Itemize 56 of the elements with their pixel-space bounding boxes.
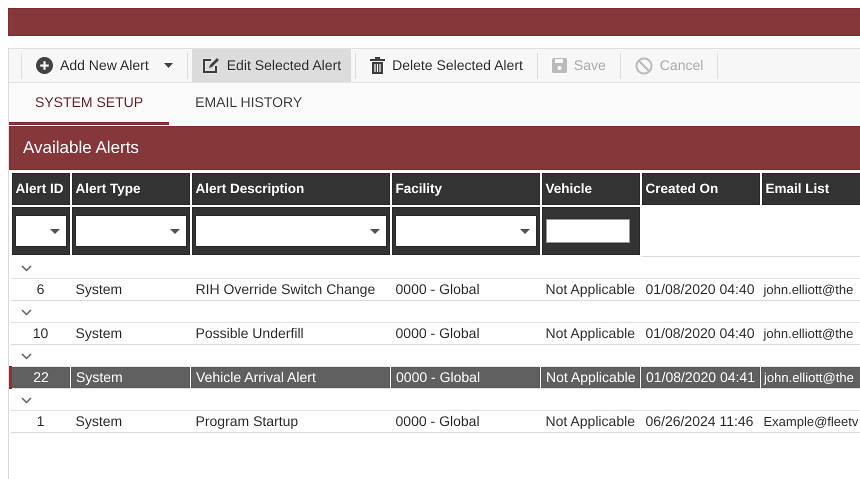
table-cell: Not Applicable xyxy=(540,366,640,388)
trash-icon xyxy=(370,57,386,74)
column-header[interactable]: Alert Type xyxy=(70,171,190,206)
dropdown-arrow-icon xyxy=(370,228,380,234)
save-icon xyxy=(552,58,567,73)
table-cell: Possible Underfill xyxy=(190,322,390,344)
edit-icon xyxy=(202,57,220,74)
filter-field[interactable] xyxy=(546,219,630,243)
edit-button[interactable]: Edit Selected Alert xyxy=(192,49,352,82)
column-header[interactable]: Vehicle xyxy=(540,171,640,206)
dropdown-arrow-icon xyxy=(520,228,530,234)
section-title: Available Alerts xyxy=(9,126,860,170)
table-cell: Vehicle Arrival Alert xyxy=(190,366,390,388)
add-button[interactable]: Add New Alert xyxy=(26,49,183,82)
table-cell: RIH Override Switch Change xyxy=(190,278,390,300)
dropdown-arrow-icon xyxy=(50,228,60,234)
table-cell: 0000 - Global xyxy=(390,322,540,344)
table-cell: 01/08/2020 04:40 xyxy=(640,278,760,300)
table-cell: Program Startup xyxy=(190,410,390,432)
table-cell: System xyxy=(70,278,190,300)
filter-dropdown[interactable] xyxy=(16,216,66,246)
table-cell: System xyxy=(70,410,190,432)
column-header[interactable]: Alert Description xyxy=(190,171,390,206)
table-cell: john.elliott@the xyxy=(760,278,860,300)
table-cell: Example@fleetv xyxy=(760,410,860,432)
table-cell: Not Applicable xyxy=(540,322,640,344)
caret-icon xyxy=(164,63,173,68)
plus-circle-icon xyxy=(36,57,53,74)
table-cell: System xyxy=(70,366,190,388)
cancel-icon xyxy=(634,56,653,74)
table-cell: 0000 - Global xyxy=(390,278,540,300)
column-header[interactable]: Created On xyxy=(640,171,760,206)
table-cell: john.elliott@the xyxy=(760,366,860,388)
table-cell: 0000 - Global xyxy=(390,410,540,432)
delete-button[interactable]: Delete Selected Alert xyxy=(360,49,533,82)
table-cell: 6 xyxy=(10,278,70,300)
table-cell: System xyxy=(70,322,190,344)
table-cell: 22 xyxy=(10,366,70,388)
dropdown-arrow-icon xyxy=(170,228,180,234)
tab[interactable]: EMAIL HISTORY xyxy=(169,83,328,125)
table-cell: Not Applicable xyxy=(540,278,640,300)
table-cell: john.elliott@the xyxy=(760,322,860,344)
table-cell: 01/08/2020 04:41 xyxy=(640,366,760,388)
column-header[interactable]: Email List xyxy=(760,171,860,206)
table-cell: 01/08/2020 04:40 xyxy=(640,322,760,344)
table-cell: 06/26/2024 11:46 xyxy=(640,410,760,432)
table-cell: 10 xyxy=(10,322,70,344)
chevron-down-icon[interactable] xyxy=(20,308,32,316)
chevron-down-icon[interactable] xyxy=(20,264,32,272)
chevron-down-icon[interactable] xyxy=(20,396,32,404)
column-header[interactable]: Facility xyxy=(390,171,540,206)
chevron-down-icon[interactable] xyxy=(20,352,32,360)
column-header[interactable]: Alert ID xyxy=(10,171,70,206)
table-cell: Not Applicable xyxy=(540,410,640,432)
table-cell: 0000 - Global xyxy=(390,366,540,388)
table-cell: 1 xyxy=(10,410,70,432)
